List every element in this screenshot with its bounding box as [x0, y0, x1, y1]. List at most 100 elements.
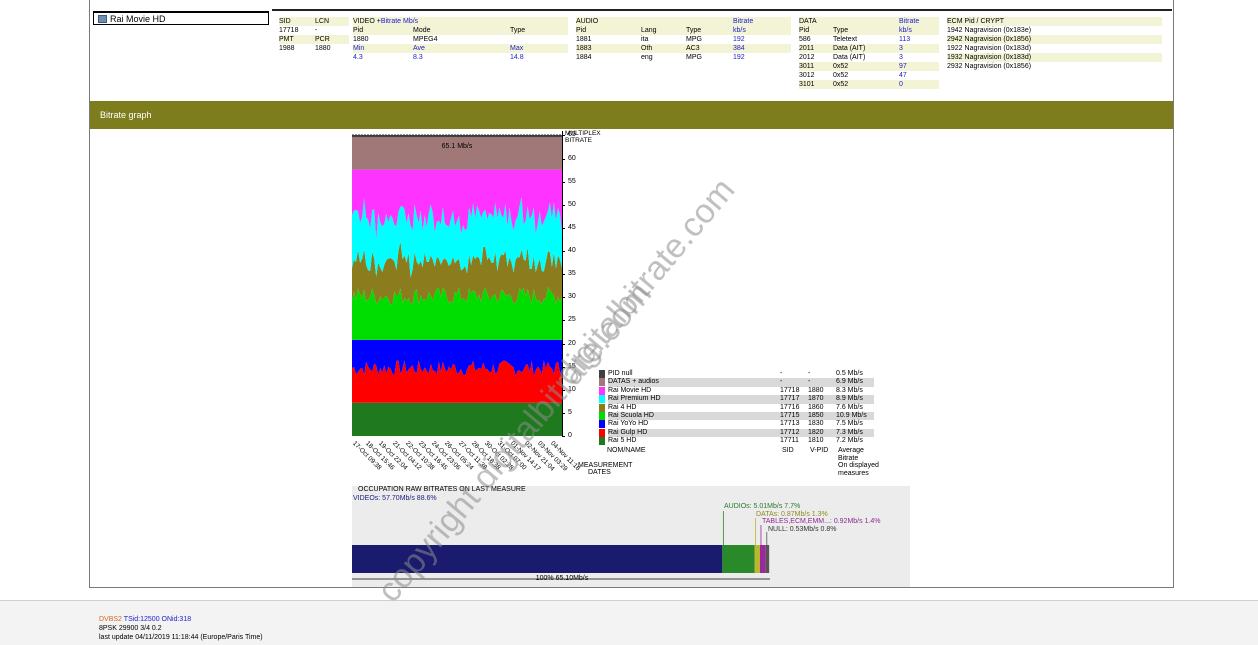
bitrate-stacked-area-chart: [352, 134, 562, 436]
video-max: 14.8: [510, 54, 524, 61]
video-min-header: Min: [353, 45, 365, 52]
content-frame-right: [1173, 0, 1174, 588]
legend-channel-name: Rai 5 HD: [608, 437, 637, 445]
sid-table: SID LCN 17718 - PMT PCR 1988 1880: [279, 17, 349, 53]
ecm-table: ECM Pid / CRYPT 1942 Nagravision (0x183e…: [947, 17, 1162, 71]
legend-swatch: [599, 378, 605, 387]
tsid-label: TSid:12500 ONid:318: [121, 616, 192, 623]
legend-sid: 17715: [780, 411, 808, 421]
legend-row: PID null - - 0.5 Mb/s: [599, 370, 874, 378]
video-ave-header: Ave: [413, 45, 425, 52]
legend-row: Rai Scuola HD 17715 1850 10.9 Mb/s: [599, 411, 874, 421]
occupation-total: 100% 65.10Mb/s: [535, 575, 589, 582]
legend-row: Rai 5 HD 17711 1810 7.2 Mb/s: [599, 437, 874, 446]
data-type: Data (AIT): [833, 45, 866, 52]
ecm-title: ECM Pid / CRYPT: [947, 18, 1005, 25]
channel-name: Rai Movie HD: [110, 14, 166, 24]
y-tick-mark: [562, 227, 565, 229]
tv-icon: [98, 15, 107, 23]
video-type: [510, 35, 560, 44]
y-tick-mark: [562, 135, 565, 137]
data-type: 0x52: [833, 81, 849, 88]
data-type: Data (AIT): [833, 54, 866, 61]
data-pid: 3011: [799, 63, 815, 70]
data-type: Teletext: [833, 36, 858, 43]
y-tick-mark: [562, 158, 565, 160]
y-tick-label: 45: [568, 223, 576, 231]
data-bitrate-title: Bitrate: [899, 18, 920, 25]
audio-type: MPG: [686, 54, 702, 61]
audio-bitrate-title: Bitrate: [733, 18, 754, 25]
legend-channel-name: Rai Movie HD: [608, 386, 652, 394]
legend-row: DATAS + audios - -6.9 Mb/s: [599, 378, 874, 387]
legend-sid: -: [780, 378, 808, 387]
y-tick-mark: [562, 181, 565, 183]
legend-vpid: 1880: [808, 386, 824, 394]
video-table: VIDEO + Bitrate Mb/s Pid Mode Type 1880 MPE…: [353, 17, 568, 62]
legend-average: 8.3 Mb/s: [836, 386, 863, 394]
data-table: DATA Bitrate Pid Type kb/s 586 Teletext 113 2…: [799, 17, 939, 89]
video-max-header: Max: [510, 45, 524, 52]
legend-channel-name: DATAS + audios: [608, 378, 780, 387]
video-min: 4.3: [353, 54, 363, 61]
data-kbs: 47: [899, 72, 907, 79]
y-tick-label: 60: [568, 154, 576, 162]
ecm-row: 1932 Nagravision (0x183d): [947, 54, 1032, 61]
y-tick-label: 0: [568, 432, 572, 439]
y-tick-label: 25: [568, 316, 576, 324]
legend-sid: 17711: [780, 437, 799, 445]
legend-vpid: -: [808, 378, 836, 387]
content-frame-bottom: [89, 587, 1174, 588]
channel-selector[interactable]: Rai Movie HD: [93, 11, 269, 25]
legend-vpid: 1860: [808, 403, 824, 411]
data-kbs: 97: [899, 63, 907, 70]
y-tick-label: 10: [568, 385, 576, 393]
data-pid-header: Pid: [799, 27, 810, 34]
legend-row: Rai YoYo HD 17713 1830 7.5 Mb/s: [599, 420, 874, 429]
y-tick-mark: [562, 389, 565, 391]
legend-swatch: [599, 395, 605, 404]
occupation-bar-chart: [352, 511, 770, 580]
legend-vpid: 1820: [808, 428, 836, 438]
header-rule: [272, 9, 1172, 11]
audio-lang: ita: [641, 36, 649, 43]
audio-title: AUDIO: [576, 18, 599, 25]
y-tick-mark: [562, 343, 565, 345]
legend-average: 8.9 Mb/s: [836, 395, 874, 404]
y-tick-label: 50: [568, 200, 576, 208]
legend-sid: -: [780, 370, 783, 377]
legend-sid: 17716: [780, 403, 800, 411]
data-type: 0x52: [833, 63, 849, 70]
content-frame-left: [89, 0, 90, 588]
legend-swatch: [599, 420, 605, 429]
occupation-panel: OCCUPATION RAW BITRATES ON LAST MEASURE …: [352, 486, 910, 587]
data-kbs: 113: [899, 36, 911, 43]
legend-average: 7.6 Mb/s: [836, 403, 863, 411]
y-tick-mark: [562, 366, 565, 368]
data-type: 0x52: [833, 72, 849, 79]
modulation-info: 8PSK 29900 3/4 0.2: [99, 625, 162, 632]
y-tick-mark: [562, 204, 565, 206]
y-tick-mark: [562, 274, 565, 276]
videos-segment: [352, 545, 723, 573]
legend-swatch: [599, 386, 605, 395]
tables-segment: [759, 545, 766, 573]
video-type-header: Type: [510, 27, 526, 34]
pmt-header: PMT: [279, 36, 294, 43]
data-kbs-header: kb/s: [899, 27, 912, 34]
footer: DVBS2 TSid:12500 ONid:318 8PSK 29900 3/4…: [0, 600, 1258, 645]
ecm-row: 2942 Nagravision (0x1856): [947, 36, 1032, 43]
pcr-value: 1880: [315, 45, 331, 52]
audio-pid: 1884: [576, 54, 592, 61]
legend-swatch: [599, 437, 605, 446]
legend-average: 7.3 Mb/s: [836, 428, 874, 438]
legend-vpid: 1830: [808, 420, 824, 428]
legend-sid: 17718: [780, 386, 800, 394]
measurement-dates-label: MEASUREMENT DATES: [578, 462, 633, 476]
legend-vpid: 1870: [808, 395, 836, 404]
video-ave: 8.3: [413, 54, 423, 61]
legend-swatch: [599, 428, 605, 437]
audio-type: MPG: [686, 36, 702, 43]
channel-legend-table: PID null - -0.5 Mb/s DATAS + audios - -6.9 Mb…: [599, 370, 874, 446]
audio-table: AUDIO Bitrate Pid Lang Type kb/s 1881 ita MPG 1…: [576, 17, 791, 62]
